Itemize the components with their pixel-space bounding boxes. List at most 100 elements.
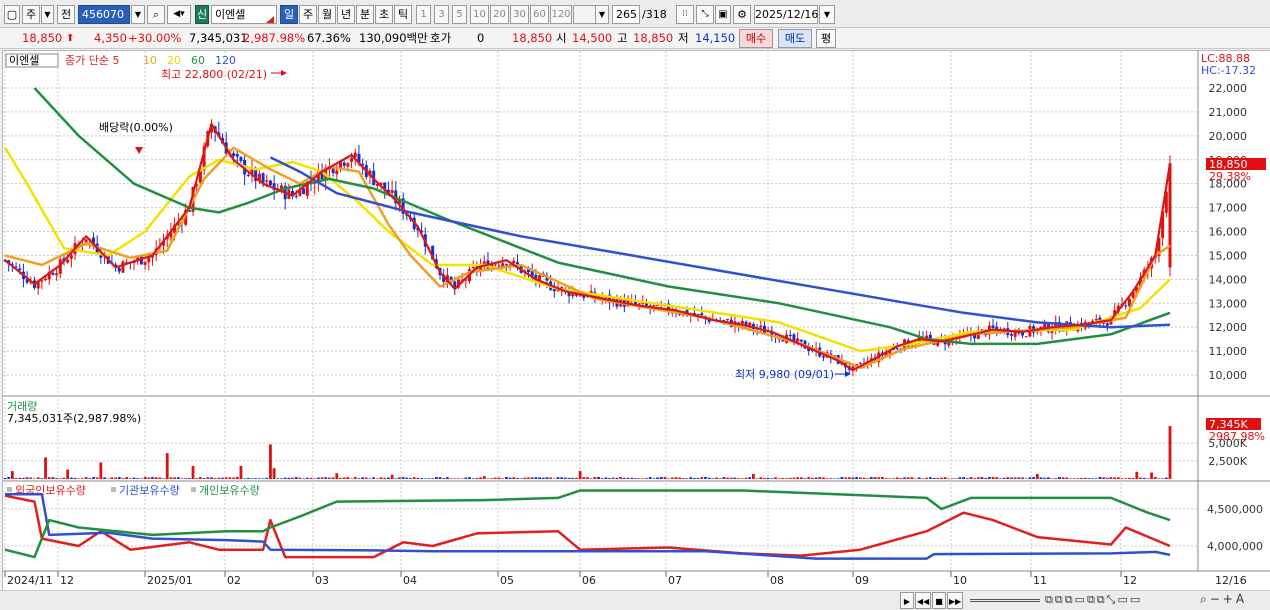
tick-count-button-20[interactable]: 20 bbox=[490, 5, 509, 24]
period-button-0[interactable]: 일 bbox=[280, 5, 298, 24]
count-input[interactable]: 265 bbox=[612, 5, 640, 24]
tick-count-button-120[interactable]: 120 bbox=[550, 5, 572, 24]
volume-bar bbox=[936, 477, 940, 479]
volume-bar bbox=[165, 453, 169, 479]
x-axis-label: 12 bbox=[60, 574, 74, 587]
volume-bar bbox=[280, 478, 283, 479]
calendar-dropdown-icon[interactable]: ▼ bbox=[819, 5, 835, 24]
volume-bar bbox=[88, 478, 92, 479]
volume-bar bbox=[1139, 477, 1142, 479]
candle-body bbox=[858, 362, 862, 364]
period-button-3[interactable]: 년 bbox=[337, 5, 355, 24]
buy-button[interactable]: 매수 bbox=[739, 29, 773, 48]
volume-bar bbox=[759, 477, 763, 479]
price-chart-svg[interactable]: 2024/11 12 2025/01 02 03 04 05 06 07 08 09 10 11 12 12… bbox=[3, 51, 1270, 593]
legend-item: 종가 단순 5 bbox=[65, 54, 119, 67]
volume-bar bbox=[796, 477, 800, 479]
volume-bar bbox=[442, 477, 446, 479]
volume-bar bbox=[1028, 477, 1032, 479]
view-mode-icons[interactable]: ⧉⧉⧉▭⧉⧉⤡▭▭ bbox=[1045, 593, 1142, 607]
holding-legend-item: 기관보유수량 bbox=[119, 484, 180, 497]
volume-bar bbox=[423, 478, 427, 479]
volume-bar bbox=[921, 478, 925, 479]
period-button-1[interactable]: 주 bbox=[299, 5, 317, 24]
volume-bar bbox=[387, 477, 390, 479]
tick-count-button-5[interactable]: 5 bbox=[452, 5, 467, 24]
volume-bar bbox=[648, 477, 652, 479]
volume-bar bbox=[390, 474, 394, 479]
date-input[interactable]: 2025/12/16 bbox=[754, 5, 818, 24]
zoom-controls-icon[interactable]: ⌕−+A bbox=[1200, 592, 1247, 607]
volume-bar bbox=[571, 477, 575, 479]
zoom-slider[interactable] bbox=[970, 599, 1040, 602]
volume-bar bbox=[969, 477, 973, 479]
volume-bar bbox=[353, 477, 357, 479]
volume-bar bbox=[637, 478, 641, 479]
volume-bar bbox=[316, 477, 320, 479]
tick-count-button-30[interactable]: 30 bbox=[510, 5, 529, 24]
volume-bar bbox=[729, 477, 733, 479]
last-volume-pct: 2987.98% bbox=[1209, 430, 1265, 443]
volume-bar bbox=[291, 477, 294, 479]
volume-bar bbox=[106, 478, 110, 479]
period-button-2[interactable]: 월 bbox=[318, 5, 336, 24]
up-arrow-icon: ⬆ bbox=[66, 33, 75, 44]
gear-icon[interactable]: ⚙ bbox=[733, 5, 751, 24]
volume-bar bbox=[844, 477, 847, 479]
chevron-down-icon[interactable]: ▼ bbox=[41, 5, 54, 24]
rewind-icon[interactable]: ◀◀ bbox=[915, 592, 931, 609]
grid-icon[interactable]: ⁞⁞ bbox=[676, 5, 694, 24]
volume-bar bbox=[932, 478, 936, 479]
sell-button[interactable]: 매도 bbox=[778, 29, 812, 48]
volume-bar bbox=[685, 478, 689, 479]
save-icon[interactable]: ▣ bbox=[715, 5, 731, 24]
volume-bar bbox=[519, 478, 523, 479]
volume-bar bbox=[195, 478, 199, 479]
volume-bar bbox=[567, 477, 571, 479]
volume-bar bbox=[1072, 478, 1076, 479]
volume-bar bbox=[1061, 477, 1065, 479]
crosshair-icon[interactable]: ⤡ bbox=[696, 5, 714, 24]
code-dropdown-icon[interactable]: ▼ bbox=[131, 5, 145, 24]
scroll-right-icon[interactable]: ▶ bbox=[900, 592, 914, 609]
volume-bar bbox=[947, 478, 951, 479]
fast-forward-icon[interactable]: ▶▶ bbox=[947, 592, 963, 609]
volume-bar bbox=[490, 478, 494, 479]
layout-dropdown[interactable]: 주 bbox=[22, 5, 40, 24]
stock-code-input[interactable]: 456070 bbox=[78, 5, 130, 24]
volume-bar bbox=[1146, 478, 1150, 479]
search-icon[interactable]: ⌕ bbox=[147, 5, 165, 24]
volume-bar bbox=[707, 477, 711, 479]
volume-bar bbox=[357, 478, 361, 479]
tick-count-button-60[interactable]: 60 bbox=[530, 5, 549, 24]
speaker-icon[interactable]: ◀▾ bbox=[167, 5, 191, 24]
window-icon[interactable]: ▢ bbox=[4, 5, 20, 24]
stop-icon[interactable]: ■ bbox=[932, 592, 946, 609]
candle-body bbox=[261, 173, 265, 183]
volume-bar bbox=[302, 478, 306, 479]
period-button-4[interactable]: 분 bbox=[356, 5, 374, 24]
candle-body bbox=[1094, 318, 1098, 321]
candle-body bbox=[44, 279, 48, 281]
volume-bar bbox=[1006, 477, 1010, 479]
volume-bar bbox=[243, 478, 247, 479]
prev-button[interactable]: 전 bbox=[57, 5, 75, 24]
volume-bar bbox=[1021, 477, 1024, 479]
volume-bar bbox=[954, 478, 958, 479]
volume-bar bbox=[283, 477, 287, 479]
chart-panel[interactable]: 2024/11 12 2025/01 02 03 04 05 06 07 08 09 10 11 12 12… bbox=[2, 50, 1270, 593]
period-button-6[interactable]: 틱 bbox=[394, 5, 412, 24]
eval-button[interactable]: 평 bbox=[816, 29, 836, 48]
volume-bar bbox=[722, 477, 726, 479]
tick-count-button-1[interactable]: 1 bbox=[416, 5, 431, 24]
volume-bar bbox=[143, 476, 147, 479]
legend-square-icon bbox=[191, 487, 196, 492]
chart-background bbox=[3, 51, 1270, 593]
tick-count-button-3[interactable]: 3 bbox=[434, 5, 449, 24]
volume: 7,345,031 bbox=[189, 31, 248, 45]
interval-dropdown-icon[interactable]: ▼ bbox=[595, 5, 609, 24]
volume-bar bbox=[862, 477, 866, 479]
period-button-5[interactable]: 초 bbox=[375, 5, 393, 24]
volume-bar bbox=[58, 478, 62, 479]
tick-count-button-10[interactable]: 10 bbox=[470, 5, 489, 24]
